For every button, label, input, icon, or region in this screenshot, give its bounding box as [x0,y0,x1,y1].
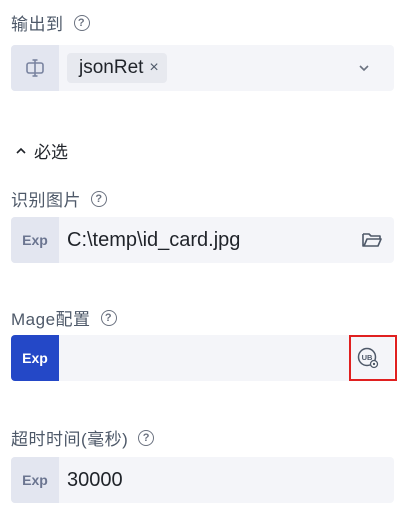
output-variable-select[interactable]: jsonRet × [11,45,394,91]
tag-close-icon[interactable]: × [149,59,158,77]
tag-label: jsonRet [79,57,144,78]
timeout-input[interactable]: Exp 30000 [11,457,394,503]
selected-variable-tag: jsonRet × [67,53,167,83]
timeout-value[interactable]: 30000 [67,469,394,492]
svg-text:UB: UB [362,353,373,362]
output-label-row: 输出到 ? [11,10,90,35]
variable-icon [26,59,44,77]
mage-config-input[interactable]: Exp UB [11,335,394,381]
required-section-toggle[interactable]: 必选 [14,138,68,163]
recognize-image-label-row: 识别图片 ? [11,186,107,211]
mage-config-label: Mage配置 [11,310,91,329]
recognize-image-label: 识别图片 [11,191,81,210]
timeout-label: 超时时间(毫秒) [11,430,129,449]
mage-config-icon[interactable]: UB [354,344,382,372]
timeout-label-row: 超时时间(毫秒) ? [11,425,155,450]
image-path-value[interactable]: C:\temp\id_card.jpg [67,229,358,252]
chevron-up-icon [16,147,26,154]
help-icon[interactable]: ? [73,14,90,31]
help-icon[interactable]: ? [100,309,117,326]
mage-config-label-row: Mage配置 ? [11,305,117,330]
recognize-image-input[interactable]: Exp C:\temp\id_card.jpg [11,217,394,263]
expression-prefix[interactable]: Exp [11,457,59,503]
folder-icon[interactable] [358,226,386,254]
settings-panel: 输出到 ? jsonRet × 必选 识别图片 ? Exp C:\temp\id… [0,0,406,517]
output-label: 输出到 [11,15,64,34]
expression-prefix[interactable]: Exp [11,217,59,263]
help-icon[interactable]: ? [138,429,155,446]
variable-type-icon [11,45,59,91]
help-icon[interactable]: ? [91,190,107,207]
section-label: 必选 [34,143,68,162]
expression-prefix[interactable]: Exp [11,335,59,381]
chevron-down-icon[interactable] [350,54,378,82]
